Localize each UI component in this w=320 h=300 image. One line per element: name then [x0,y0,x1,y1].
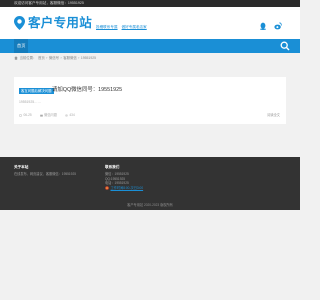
breadcrumb-sep: › [46,56,48,60]
header-links: 投稿联系专属 做好专属老店家 [96,25,147,30]
map-pin-logo-icon [14,16,25,30]
header-link-2[interactable]: 做好专属老店家 [122,25,147,30]
header-link-1[interactable]: 投稿联系专属 [96,25,118,30]
footer-about: 关于本站 在线发布、网页建议、客服微信：19551925 [14,165,76,177]
folder-icon [39,114,43,117]
read-more-link[interactable]: 阅读全文 [267,113,280,118]
post-views: 434 [64,113,75,118]
footer-contact-link-row: 工作时间8:00-次日3:00 [105,186,143,191]
post-category-tag[interactable]: 客互问题后解决问题 [19,88,54,94]
search-icon[interactable] [280,41,290,51]
footer-contact-title: 联系我们 [105,165,120,169]
footer-contact: 联系我们 微信：19551925 QQ:19551925 电话：19551925… [105,165,143,190]
breadcrumb-current: 19551925 [80,56,96,60]
eye-icon [64,114,68,117]
footer-copyright: 客户专用站 2020-2023 版权所有 [127,203,173,207]
site-header: 客户专用站 投稿联系专属 做好专属老店家 [0,7,300,39]
site-logo[interactable]: 客户专用站 [14,15,92,31]
post-excerpt: 19551925…… [19,100,41,104]
top-welcome-text: 欢迎访问客户专用站，客服微信：19551925 [14,1,84,5]
top-welcome-bar: 欢迎访问客户专用站，客服微信：19551925 [0,0,300,7]
footer-about-text: 在线发布、网页建议、客服微信：19551925 [14,172,76,176]
post-card: 客互问题后解决问题 请加QQ微信同号：19551925 19551925…… 0… [14,77,286,124]
post-meta: 06-25 微信问题 434 [19,113,75,118]
clock-icon [19,114,22,117]
post-title[interactable]: 请加QQ微信同号：19551925 [52,86,122,95]
breadcrumb-subcategory[interactable]: 客服微信 [63,55,77,61]
breadcrumb-home[interactable]: 首页 [38,55,45,61]
breadcrumb-category[interactable]: 微信号 [49,55,59,61]
breadcrumb: 当前位置： 首页 › 微信号 › 客服微信 › 19551925 [14,55,96,61]
post-category[interactable]: 微信问题 [39,113,57,118]
badge-icon [105,185,109,190]
breadcrumb-prefix: 当前位置： [19,56,37,60]
post-date-text: 06-25 [23,113,32,117]
logo-text: 客户专用站 [28,16,93,30]
breadcrumb-sep: › [60,56,62,60]
footer-about-title: 关于本站 [14,165,29,169]
weibo-icon[interactable] [274,22,282,30]
post-views-text: 434 [69,113,75,117]
post-date: 06-25 [19,113,32,118]
footer-contact-link[interactable]: 工作时间8:00-次日3:00 [111,186,144,191]
home-icon [14,56,18,60]
post-category-text: 微信问题 [44,113,57,117]
nav-home[interactable]: 首页 [14,39,29,53]
site-footer: 关于本站 在线发布、网页建议、客服微信：19551925 联系我们 微信：195… [0,157,300,210]
qq-icon[interactable] [259,22,267,30]
main-nav: 首页 [0,39,300,53]
breadcrumb-sep: › [78,56,80,60]
